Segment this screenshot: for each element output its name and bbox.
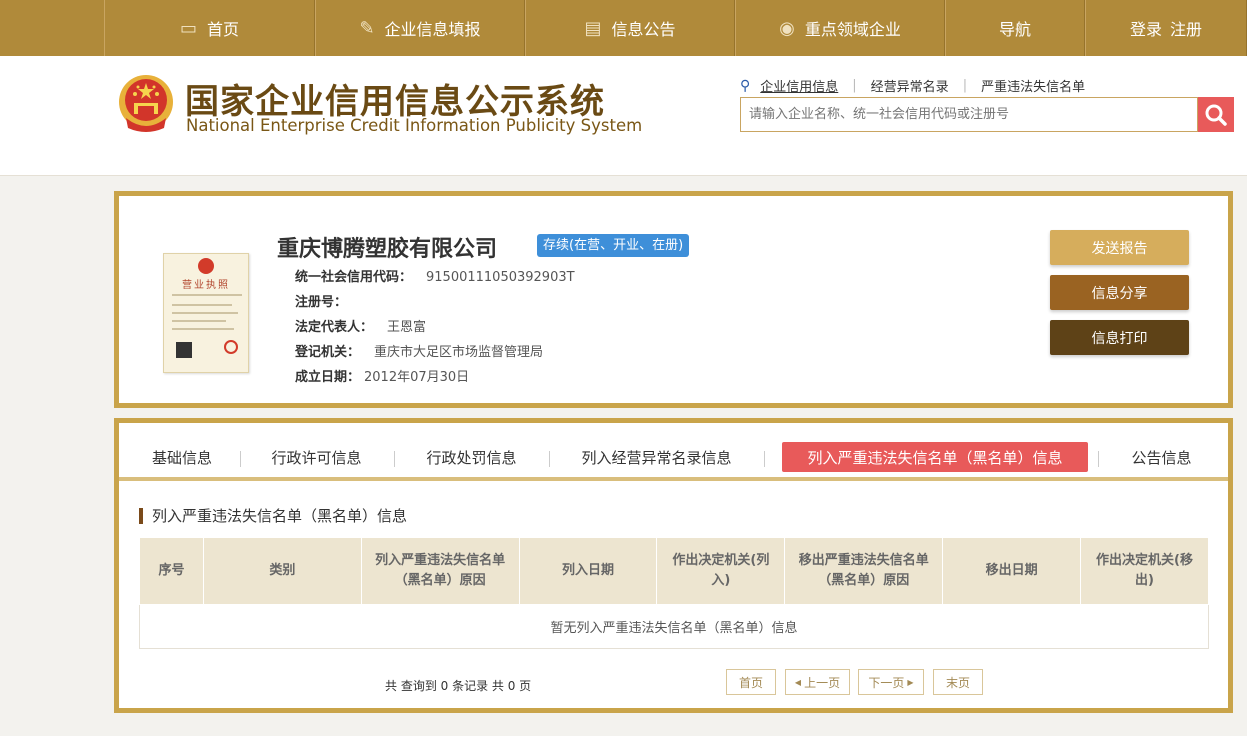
- info-legal-rep: 法定代表人： 王恩富: [295, 316, 426, 335]
- status-badge: 存续(在营、开业、在册): [537, 234, 690, 257]
- info-value: 2012年07月30日: [364, 370, 470, 385]
- info-reg-no: 注册号：: [295, 291, 361, 310]
- license-emblem-icon: [198, 258, 214, 274]
- last-page-label: 末页: [945, 675, 970, 690]
- license-line: [172, 304, 232, 306]
- last-page-button[interactable]: 末页: [933, 669, 983, 695]
- next-page-button[interactable]: 下一页 ▶: [858, 669, 924, 695]
- info-label: 成立日期：: [295, 370, 361, 385]
- detail-section: 基础信息 行政许可信息 行政处罚信息 列入经营异常名录信息 列入严重违法失信名单…: [114, 418, 1233, 713]
- nav-enterprise-report[interactable]: ✎ 企业信息填报: [315, 0, 525, 56]
- search-input[interactable]: [740, 97, 1198, 132]
- first-page-label: 首页: [738, 675, 763, 690]
- send-report-button[interactable]: 发送报告: [1050, 230, 1189, 265]
- company-name: 重庆博腾塑胶有限公司: [277, 237, 498, 262]
- tab-announcements[interactable]: 公告信息: [1114, 442, 1209, 472]
- company-card: 营业执照 重庆博腾塑胶有限公司 存续(在营、开业、在册) 统一社会信用代码： 91…: [114, 191, 1233, 408]
- blacklist-table: 序号 类别 列入严重违法失信名单（黑名单）原因 列入日期 作出决定机关(列入) …: [139, 537, 1209, 649]
- info-value: 重庆市大足区市场监督管理局: [374, 345, 544, 360]
- pen-icon: ✎: [359, 17, 375, 39]
- tab-bar: 基础信息 行政许可信息 行政处罚信息 列入经营异常名录信息 列入严重违法失信名单…: [119, 423, 1228, 481]
- tab-abnormal-list[interactable]: 列入经营异常名录信息: [569, 442, 744, 472]
- license-title: 营业执照: [182, 280, 230, 291]
- share-button[interactable]: 信息分享: [1050, 275, 1189, 310]
- tab-permits[interactable]: 行政许可信息: [259, 442, 374, 472]
- info-credit-code: 统一社会信用代码： 91500111050392903T: [295, 266, 575, 285]
- info-value: 91500111050392903T: [426, 270, 575, 285]
- print-button[interactable]: 信息打印: [1050, 320, 1189, 355]
- document-icon: ▤: [584, 17, 602, 39]
- tab-basic-info[interactable]: 基础信息: [135, 442, 229, 472]
- register-link[interactable]: 注册: [1170, 16, 1202, 40]
- nav-account: 登录 注册: [1085, 0, 1247, 56]
- empty-message: 暂无列入严重违法失信名单（黑名单）信息: [139, 604, 1209, 649]
- column-header-category: 类别: [202, 537, 362, 605]
- site-title-en: National Enterprise Credit Information P…: [186, 116, 643, 135]
- nav-announcements[interactable]: ▤ 信息公告: [525, 0, 735, 56]
- nav-navigation-label: 导航: [998, 20, 1031, 39]
- info-label: 法定代表人：: [295, 320, 374, 335]
- search-tab-separator: |: [852, 78, 857, 93]
- chevron-right-icon: ▶: [907, 677, 914, 687]
- license-line: [172, 328, 234, 330]
- search-icon: [1205, 104, 1227, 126]
- search-tabs: ⚲ 企业信用信息 | 经营异常名录 | 严重违法失信名单: [740, 76, 1099, 96]
- nav-key-enterprises[interactable]: ◉ 重点领域企业: [735, 0, 945, 56]
- license-line: [172, 320, 226, 322]
- chevron-left-icon: ◀: [794, 677, 802, 687]
- info-label: 登记机关：: [295, 345, 361, 360]
- search-button[interactable]: [1198, 97, 1234, 132]
- search-tab-abnormal[interactable]: 经营异常名录: [871, 76, 963, 95]
- first-page-button[interactable]: 首页: [726, 669, 776, 695]
- nav-home-label: 首页: [207, 20, 240, 39]
- nav-home[interactable]: ▭ 首页: [104, 0, 315, 56]
- tab-penalties[interactable]: 行政处罚信息: [414, 442, 529, 472]
- nav-key-enterprises-label: 重点领域企业: [804, 20, 901, 39]
- column-header-list-reason: 列入严重违法失信名单（黑名单）原因: [360, 537, 520, 605]
- info-founded: 成立日期： 2012年07月30日: [295, 366, 469, 385]
- nav-enterprise-report-label: 企业信息填报: [384, 20, 481, 39]
- column-header-remove-authority: 作出决定机关(移出): [1080, 537, 1209, 605]
- tab-separator: [549, 451, 550, 467]
- tab-separator: [764, 451, 765, 467]
- national-emblem-icon: [119, 75, 173, 132]
- tab-blacklist[interactable]: 列入严重违法失信名单（黑名单）信息: [782, 442, 1088, 472]
- nav-announcements-label: 信息公告: [611, 20, 676, 39]
- prev-page-button[interactable]: ◀ 上一页: [785, 669, 850, 695]
- info-label: 统一社会信用代码：: [295, 270, 413, 285]
- prev-page-label: 上一页: [804, 675, 841, 690]
- search-tab-separator: |: [962, 78, 968, 93]
- info-value: 王恩富: [387, 320, 427, 335]
- search-tab-credit[interactable]: 企业信用信息: [760, 76, 852, 95]
- site-header: 国家企业信用信息公示系统 National Enterprise Credit …: [0, 56, 1247, 176]
- info-authority: 登记机关： 重庆市大足区市场监督管理局: [295, 341, 543, 360]
- next-page-label: 下一页: [868, 675, 905, 690]
- login-link[interactable]: 登录: [1130, 16, 1162, 40]
- section-title: 列入严重违法失信名单（黑名单）信息: [139, 508, 407, 524]
- qr-code-icon: [176, 342, 192, 358]
- column-header-list-authority: 作出决定机关(列入): [656, 537, 786, 605]
- seal-icon: [224, 340, 238, 354]
- search-icon: ⚲: [740, 77, 751, 94]
- column-header-remove-reason: 移出严重违法失信名单（黑名单）原因: [784, 537, 944, 605]
- search-tab-blacklist[interactable]: 严重违法失信名单: [981, 76, 1099, 95]
- info-label: 注册号：: [295, 295, 348, 310]
- business-license-image[interactable]: 营业执照: [163, 253, 249, 373]
- column-header-list-date: 列入日期: [518, 537, 658, 605]
- table-row: 暂无列入严重违法失信名单（黑名单）信息: [139, 604, 1209, 649]
- license-line: [172, 294, 242, 296]
- monitor-icon: ▭: [179, 17, 197, 39]
- column-header-remove-date: 移出日期: [942, 537, 1082, 605]
- license-line: [172, 312, 238, 314]
- top-nav: ▭ 首页 ✎ 企业信息填报 ▤ 信息公告 ◉ 重点领域企业 导航 登录 注册: [0, 0, 1247, 56]
- tab-separator: [394, 451, 395, 467]
- speaker-icon: ◉: [779, 17, 795, 39]
- pager-info: 共 查询到 0 条记录 共 0 页: [385, 679, 532, 693]
- table-header-row: 序号 类别 列入严重违法失信名单（黑名单）原因 列入日期 作出决定机关(列入) …: [139, 537, 1209, 605]
- tab-separator: [240, 451, 241, 467]
- column-header-index: 序号: [139, 537, 204, 605]
- tab-separator: [1098, 451, 1099, 467]
- nav-navigation[interactable]: 导航: [945, 0, 1085, 56]
